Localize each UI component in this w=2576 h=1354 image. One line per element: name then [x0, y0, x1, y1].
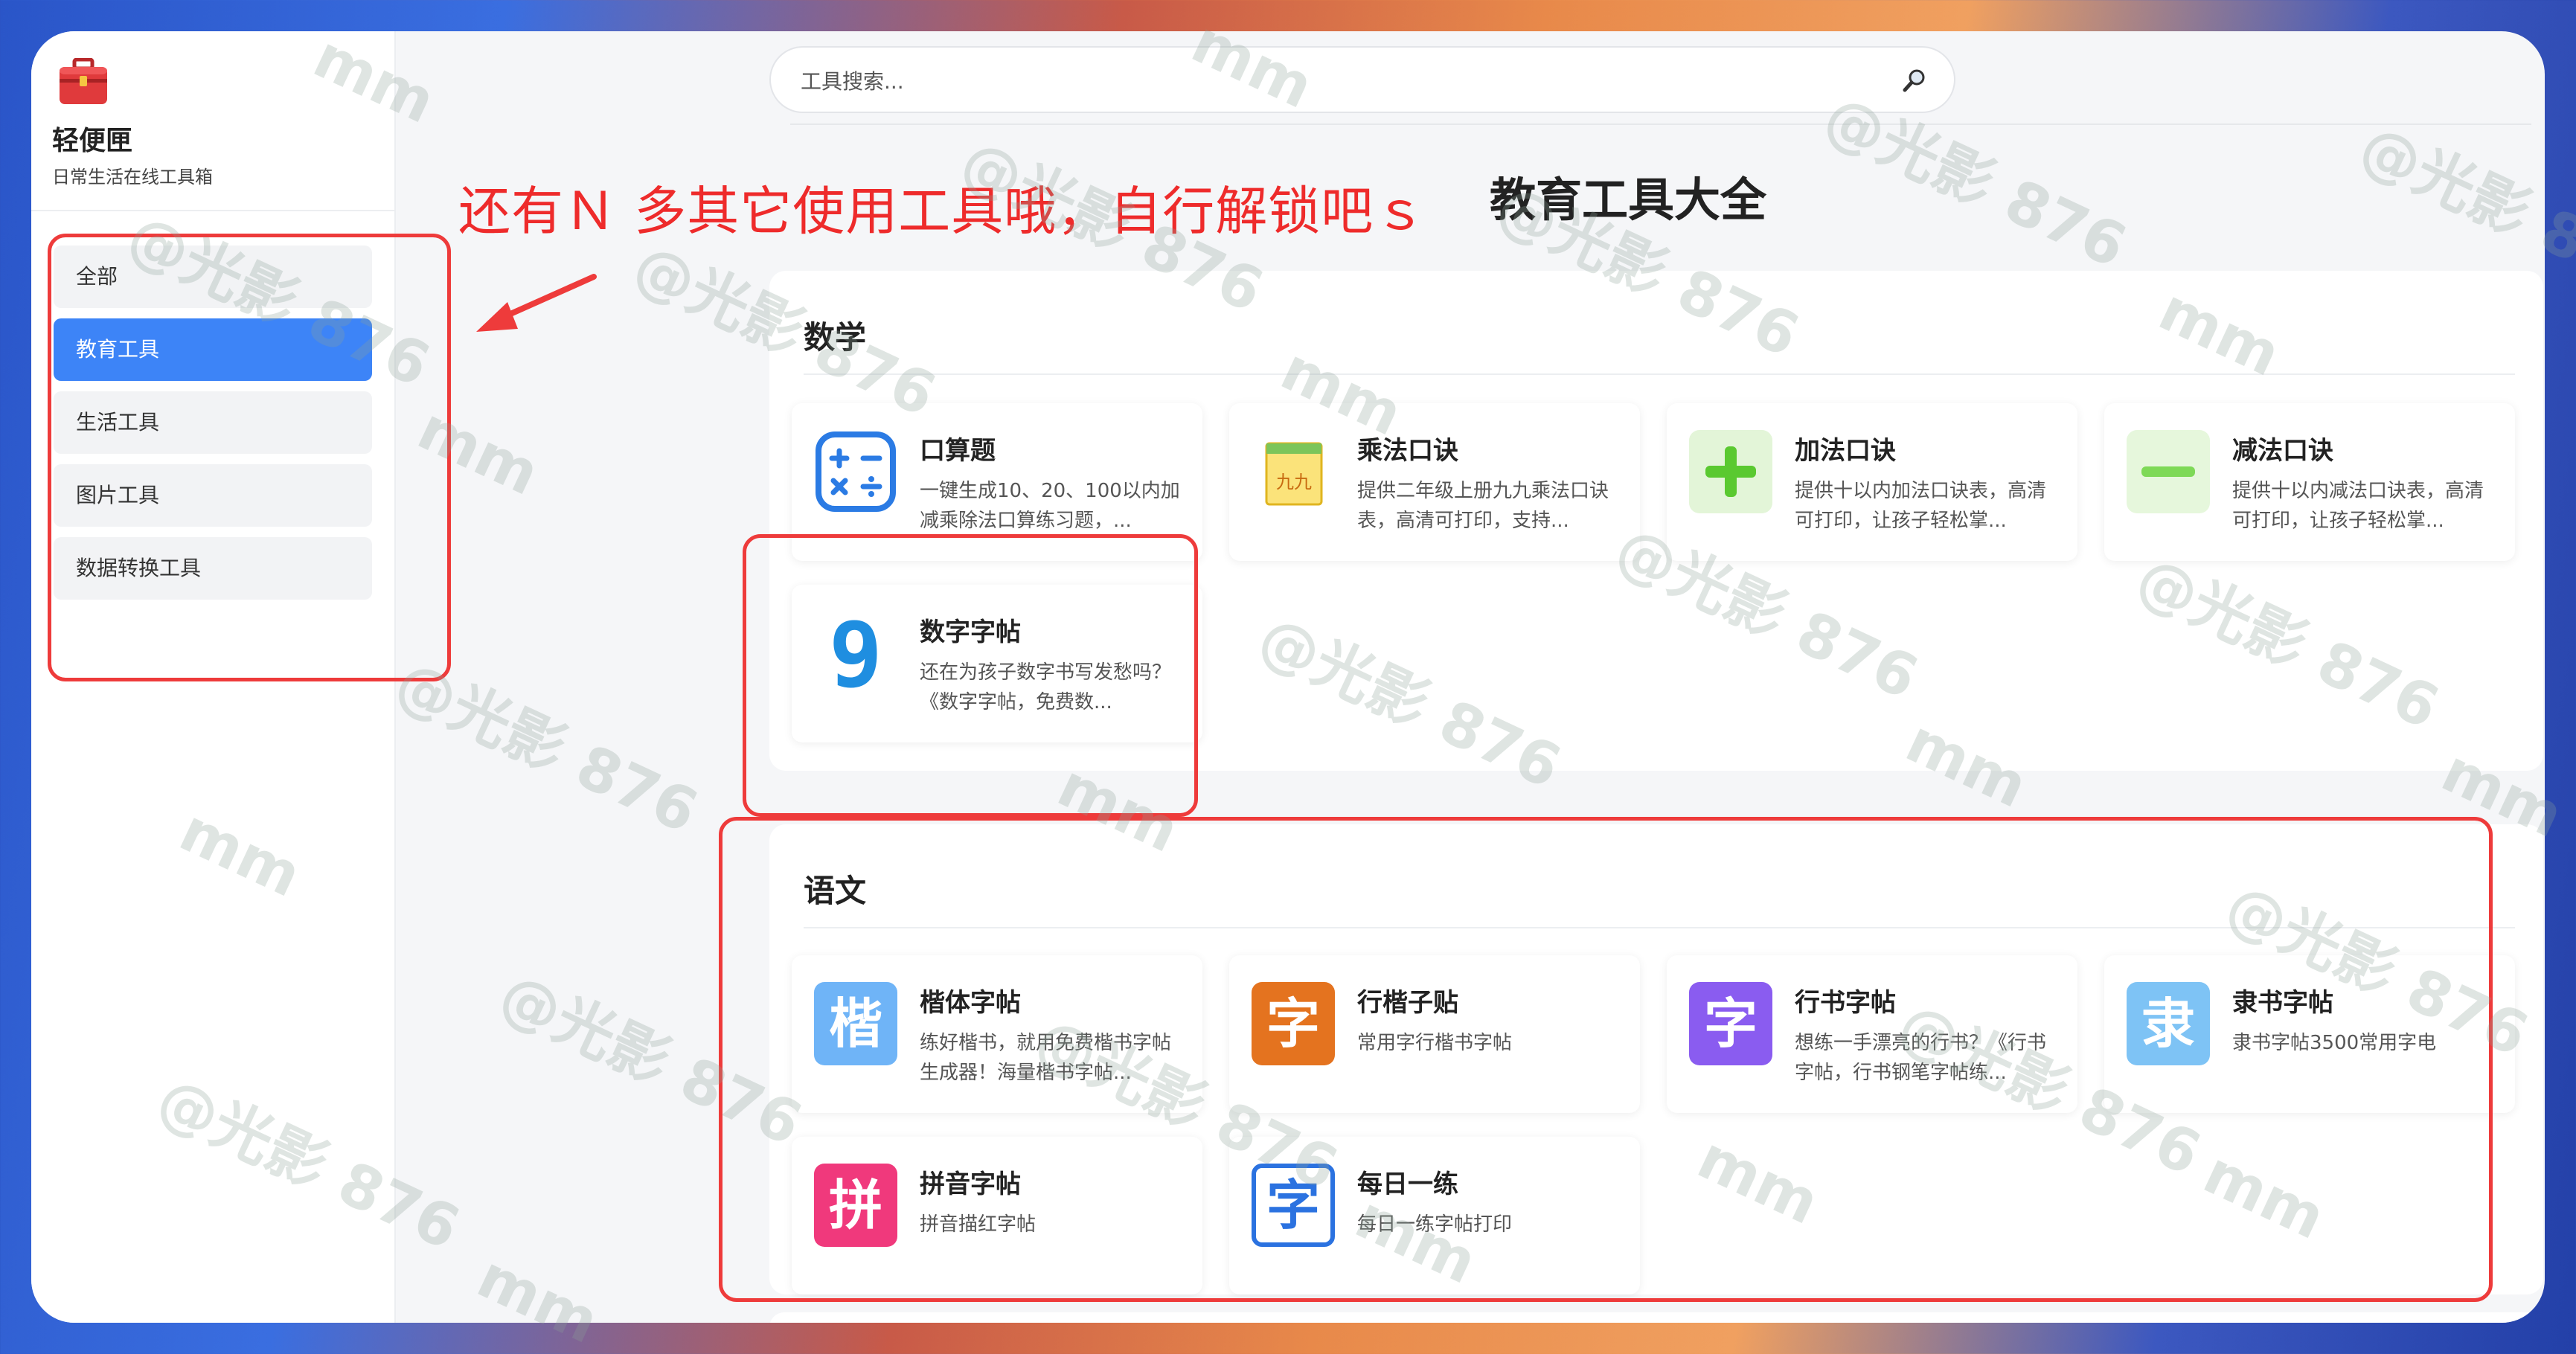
tool-title: 数字字帖 [920, 617, 1021, 647]
tool-title: 乘法口诀 [1357, 436, 1458, 466]
tool-description: 提供二年级上册九九乘法口诀表，高清可打印，支持... [1357, 480, 1609, 532]
category-nav: 全部 教育工具 生活工具 图片工具 数据转换工具 [54, 246, 372, 610]
page-title: 教育工具大全 [1490, 173, 1767, 227]
tool-card-xingshu-copybook[interactable]: 字 行书字帖 想练一手漂亮的行书？《行书字帖，行书钢笔字帖练... [1667, 955, 2077, 1113]
tool-card-daily-practice[interactable]: 字 每日一练 每日一练字帖打印 [1229, 1137, 1640, 1294]
tool-title: 行楷子贴 [1357, 988, 1458, 1018]
tool-title: 加法口诀 [1795, 436, 1896, 466]
tool-description: 提供十以内加法口诀表，高清可打印，让孩子轻松掌... [1795, 480, 2047, 532]
svg-text:9: 9 [829, 612, 882, 695]
tool-title: 行书字帖 [1795, 988, 1896, 1018]
app-window: 轻便匣 日常生活在线工具箱 全部 教育工具 生活工具 图片工具 数据转换工具 教… [31, 31, 2545, 1323]
tool-description: 提供十以内减法口诀表，高清可打印，让孩子轻松掌... [2232, 480, 2484, 532]
tool-description: 还在为孩子数字书写发愁吗？《数字字帖，免费数... [920, 661, 1172, 713]
tool-description: 隶书字帖3500常用字电 [2232, 1032, 2437, 1054]
tool-title: 每日一练 [1357, 1169, 1458, 1199]
tool-title: 减法口诀 [2232, 436, 2333, 466]
nav-item-education[interactable]: 教育工具 [54, 318, 372, 381]
tool-card-lishu-copybook[interactable]: 隶 隶书字帖 隶书字帖3500常用字电 [2104, 955, 2515, 1113]
promo-annotation: 还有Ｎ 多其它使用工具哦，自行解锁吧ｓ [458, 181, 1427, 242]
tool-title: 拼音字帖 [920, 1169, 1021, 1199]
section-math: 数学 口算题 一键生成10、20、100以内加减乘除法口算练习题，... 九九 … [769, 271, 2543, 771]
search-bar [769, 46, 1955, 113]
tool-card-digit-copybook[interactable]: 9 数字字帖 还在为孩子数字书写发愁吗？《数字字帖，免费数... [792, 585, 1202, 742]
multiplication-table-icon: 九九 [1252, 430, 1335, 513]
section-title: 数学 [804, 319, 867, 356]
nav-item-all[interactable]: 全部 [54, 246, 372, 308]
tool-card-multiplication[interactable]: 九九 乘法口诀 提供二年级上册九九乘法口诀表，高清可打印，支持... [1229, 403, 1640, 561]
nav-item-image[interactable]: 图片工具 [54, 464, 372, 527]
sidebar: 轻便匣 日常生活在线工具箱 全部 教育工具 生活工具 图片工具 数据转换工具 [31, 31, 396, 1323]
sidebar-divider [31, 210, 394, 211]
tool-card-xingkai-copybook[interactable]: 字 行楷子贴 常用字行楷书字帖 [1229, 955, 1640, 1113]
svg-text:九九: 九九 [1276, 472, 1312, 492]
section-more [769, 1312, 2543, 1323]
tool-title: 隶书字帖 [2232, 988, 2333, 1018]
toolbox-logo-icon [58, 57, 109, 106]
tool-description: 一键生成10、20、100以内加减乘除法口算练习题，... [920, 480, 1180, 532]
tool-description: 常用字行楷书字帖 [1357, 1032, 1513, 1054]
section-title: 语文 [804, 873, 867, 909]
digit-nine-icon: 9 [814, 604, 897, 708]
tool-title: 楷体字帖 [920, 988, 1021, 1018]
tool-card-kai-copybook[interactable]: 楷 楷体字帖 练好楷书，就用免费楷书字帖生成器！海量楷书字帖... [792, 955, 1202, 1113]
minus-icon [2127, 430, 2210, 513]
plus-icon [1689, 430, 1772, 513]
pin-char-icon: 拼 [814, 1164, 897, 1247]
tool-card-subtraction[interactable]: 减法口诀 提供十以内减法口诀表，高清可打印，让孩子轻松掌... [2104, 403, 2515, 561]
section-chinese: 语文 楷 楷体字帖 练好楷书，就用免费楷书字帖生成器！海量楷书字帖... 字 行… [769, 824, 2543, 1294]
search-input[interactable] [801, 61, 1872, 101]
annotation-arrow-icon [476, 274, 597, 332]
nav-item-data-convert[interactable]: 数据转换工具 [54, 537, 372, 600]
li-char-icon: 隶 [2127, 982, 2210, 1065]
tool-title: 口算题 [920, 436, 996, 466]
zi-char-icon: 字 [1252, 1164, 1335, 1247]
section-divider [804, 927, 2515, 928]
tool-description: 想练一手漂亮的行书？《行书字帖，行书钢笔字帖练... [1795, 1032, 2047, 1084]
math-operators-icon [814, 430, 897, 513]
section-divider [804, 373, 2515, 375]
tool-description: 练好楷书，就用免费楷书字帖生成器！海量楷书字帖... [920, 1032, 1172, 1084]
nav-item-life[interactable]: 生活工具 [54, 391, 372, 454]
tool-card-pinyin-copybook[interactable]: 拼 拼音字帖 拼音描红字帖 [792, 1137, 1202, 1294]
magnifier-icon[interactable] [1902, 67, 1929, 94]
zi-char-icon: 字 [1689, 982, 1772, 1065]
tool-description: 拼音描红字帖 [920, 1213, 1037, 1236]
header-divider [790, 123, 2531, 125]
tool-card-oral-math[interactable]: 口算题 一键生成10、20、100以内加减乘除法口算练习题，... [792, 403, 1202, 561]
zi-char-icon: 字 [1252, 982, 1335, 1065]
kai-char-icon: 楷 [814, 982, 897, 1065]
app-title: 轻便匣 [52, 126, 133, 156]
app-subtitle: 日常生活在线工具箱 [52, 167, 213, 187]
tool-description: 每日一练字帖打印 [1357, 1213, 1513, 1236]
tool-card-addition[interactable]: 加法口诀 提供十以内加法口诀表，高清可打印，让孩子轻松掌... [1667, 403, 2077, 561]
